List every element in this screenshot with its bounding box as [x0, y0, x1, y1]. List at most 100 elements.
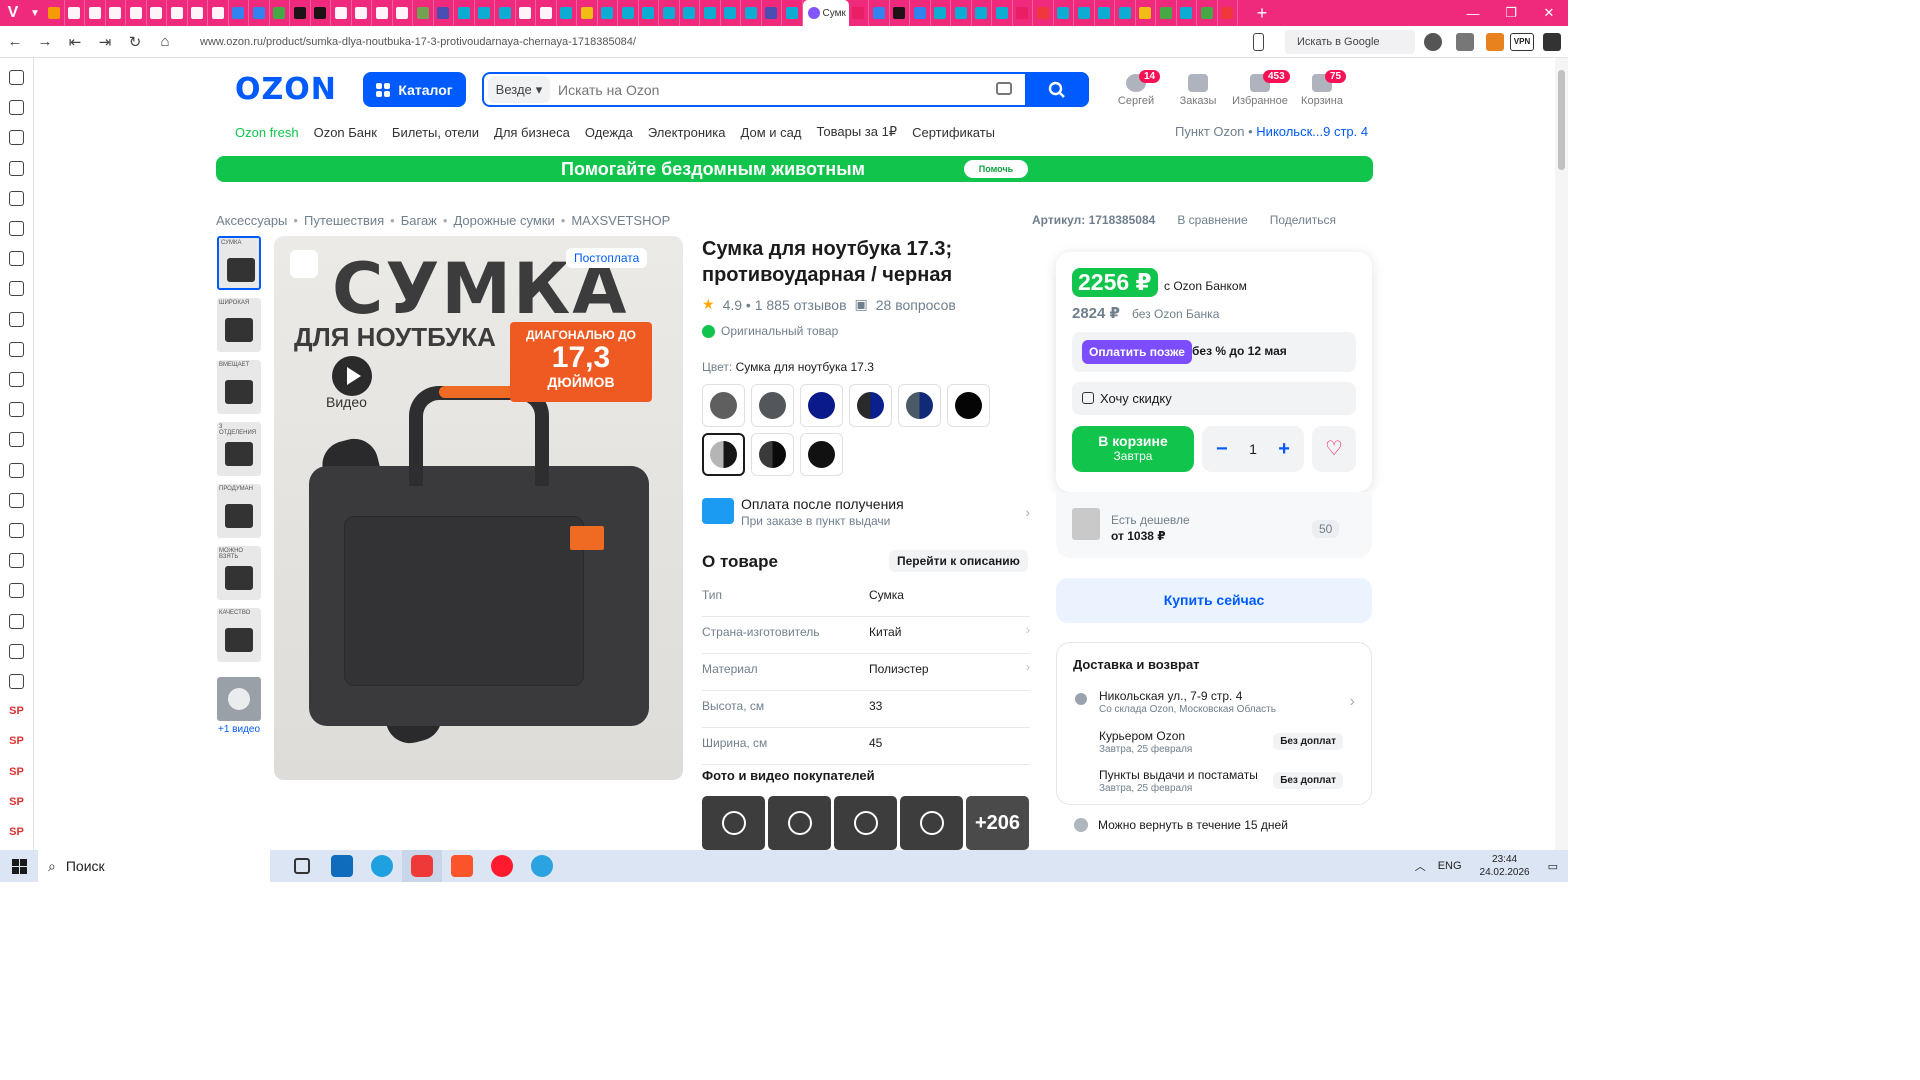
browser-tab[interactable]	[475, 0, 495, 26]
more-photos-tile[interactable]: +206	[966, 796, 1029, 850]
home-icon[interactable]: ⌂	[150, 33, 180, 50]
vivaldi-menu-icon[interactable]: V	[0, 0, 26, 26]
rewind-icon[interactable]: ⇤	[60, 33, 90, 51]
downloads-icon[interactable]	[9, 130, 24, 146]
vk-icon[interactable]	[9, 613, 24, 629]
plus-icon[interactable]: +	[1278, 438, 1290, 461]
nav-item[interactable]: Ozon Банк	[314, 125, 377, 140]
play-video-button[interactable]	[332, 356, 372, 396]
nav-item[interactable]: Билеты, отели	[392, 125, 479, 140]
google-search-field[interactable]: Искать в Google	[1285, 30, 1415, 54]
in-cart-button[interactable]: В корзине Завтра	[1072, 426, 1194, 472]
user-menu[interactable]: 14 Сергей	[1106, 70, 1166, 107]
translate-icon[interactable]	[9, 251, 24, 267]
vivaldi-icon[interactable]	[9, 492, 24, 508]
forward-icon[interactable]: →	[30, 33, 60, 50]
breadcrumb-item[interactable]: Дорожные сумки	[453, 213, 554, 228]
browser-tab[interactable]	[516, 0, 536, 26]
opera-icon[interactable]	[482, 850, 522, 882]
pay-later-button[interactable]: Оплатить позже	[1082, 340, 1192, 364]
browser-tab[interactable]	[931, 0, 951, 26]
contacts-icon[interactable]	[9, 402, 24, 418]
catalog-button[interactable]: Каталог	[363, 72, 466, 107]
browser-tab[interactable]	[992, 0, 1013, 26]
vivaldi-taskbar-icon[interactable]	[402, 850, 442, 882]
color-swatch[interactable]	[898, 384, 941, 427]
compare-button[interactable]: В сравнение	[1177, 213, 1247, 227]
nav-item[interactable]: Одежда	[585, 125, 633, 140]
browser-tab[interactable]	[208, 0, 229, 26]
browser-tab[interactable]	[1156, 0, 1177, 26]
postpay-badge[interactable]: Постоплата	[566, 248, 648, 268]
nav-item[interactable]: Электроника	[648, 125, 726, 140]
gallery-thumbnail[interactable]: ПРОДУМАН	[217, 484, 261, 538]
browser-tab[interactable]	[577, 0, 598, 26]
browser-tab[interactable]	[372, 0, 393, 26]
favorites-link[interactable]: 453 Избранное	[1230, 70, 1290, 107]
color-swatch[interactable]	[751, 433, 794, 476]
browser-tab[interactable]	[188, 0, 208, 26]
nav-item[interactable]: Дом и сад	[741, 125, 802, 140]
article-number[interactable]: Артикул: 1718385084	[1032, 213, 1155, 227]
profile-icon[interactable]	[1424, 33, 1442, 51]
browser-tab[interactable]	[1115, 0, 1136, 26]
main-product-image[interactable]: СУМКА ДЛЯ НОУТБУКА ДИАГОНАЛЬЮ ДО 17,3 ДЮ…	[274, 236, 683, 780]
browser-tab[interactable]	[393, 0, 413, 26]
image-search-icon[interactable]	[290, 250, 318, 278]
minimize-icon[interactable]: —	[1454, 6, 1492, 21]
video-thumbnail[interactable]	[217, 677, 261, 721]
sp-icon[interactable]: SP	[9, 765, 24, 780]
minus-icon[interactable]: −	[1216, 438, 1228, 461]
browser-tab[interactable]	[270, 0, 290, 26]
favorite-heart-icon[interactable]: ♡	[1312, 426, 1356, 472]
browser-tab[interactable]	[85, 0, 106, 26]
browser-tab[interactable]	[721, 0, 741, 26]
cheaper-offers[interactable]: Есть дешевле от 1038 ₽ 50	[1056, 492, 1372, 558]
page-icon[interactable]	[9, 643, 24, 659]
metamask-icon[interactable]	[1486, 33, 1504, 51]
browser-tab[interactable]	[106, 0, 126, 26]
browser-tab[interactable]	[290, 0, 311, 26]
customer-photo[interactable]	[702, 796, 765, 850]
camera-icon[interactable]	[996, 82, 1012, 95]
color-swatch[interactable]	[800, 433, 843, 476]
browser-tab[interactable]	[659, 0, 680, 26]
outlook-icon[interactable]	[322, 850, 362, 882]
buy-now-button[interactable]: Купить сейчас	[1056, 578, 1372, 623]
browser-tab[interactable]	[126, 0, 147, 26]
browser-tab[interactable]	[869, 0, 890, 26]
browser-tab[interactable]	[1033, 0, 1054, 26]
breadcrumb-item[interactable]: MAXSVETSHOP	[571, 213, 670, 228]
browser-tab[interactable]	[147, 0, 167, 26]
restore-icon[interactable]: ❐	[1492, 5, 1530, 21]
browser-tab[interactable]	[65, 0, 85, 26]
browser-tab[interactable]	[454, 0, 475, 26]
browser-tab[interactable]	[331, 0, 352, 26]
customer-photo[interactable]	[834, 796, 897, 850]
wiki-icon[interactable]	[9, 674, 24, 689]
breadcrumb-item[interactable]: Аксессуары	[216, 213, 287, 228]
rating-row[interactable]: ★ 4.9 • 1 885 отзывов ▣ 28 вопросов	[702, 296, 956, 313]
bookmarks-icon[interactable]	[9, 70, 24, 85]
browser-tab[interactable]	[434, 0, 454, 26]
task-view-icon[interactable]	[282, 850, 322, 882]
pay-after-delivery[interactable]: Оплата после получения При заказе в пунк…	[702, 494, 1030, 534]
gallery-thumbnail[interactable]: ШИРОКАЯ	[217, 298, 261, 352]
browser-tab[interactable]	[972, 0, 992, 26]
color-swatch[interactable]	[751, 384, 794, 427]
feeds-icon[interactable]	[9, 372, 24, 387]
gallery-thumbnail[interactable]: ВМЕЩАЕТ	[217, 360, 261, 414]
browser-tab[interactable]	[167, 0, 188, 26]
nav-item[interactable]: Товары за 1₽	[816, 124, 897, 140]
search-input[interactable]	[558, 81, 998, 98]
browser-tab[interactable]	[762, 0, 782, 26]
banner-help-button[interactable]: Помочь	[964, 160, 1028, 178]
browser-tab[interactable]	[1074, 0, 1095, 26]
go-to-description-button[interactable]: Перейти к описанию	[889, 550, 1028, 572]
browser-tab[interactable]	[849, 0, 869, 26]
browser-tab[interactable]	[910, 0, 931, 26]
questions-link[interactable]: 28 вопросов	[876, 297, 956, 313]
extensions-icon[interactable]	[1543, 33, 1561, 51]
browser-tab[interactable]	[1136, 0, 1156, 26]
browser-tab[interactable]	[495, 0, 516, 26]
